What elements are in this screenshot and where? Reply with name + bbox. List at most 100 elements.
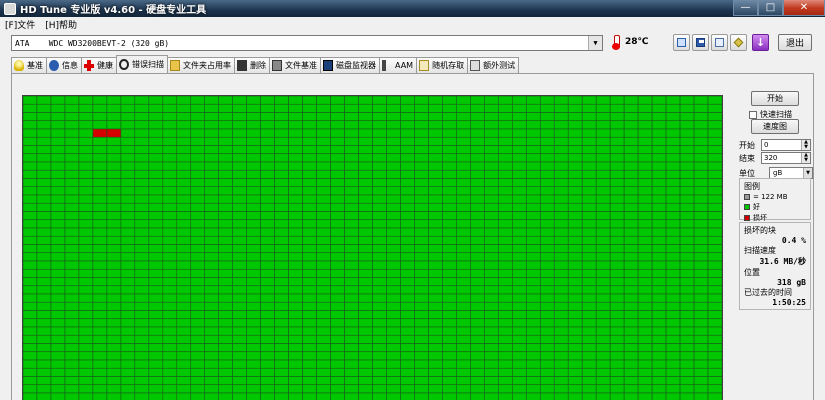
good-block [665,293,681,303]
good-block [595,268,611,278]
end-position-input[interactable]: 320 ▲ ▼ [761,152,811,164]
good-block [162,186,178,196]
good-block [525,202,541,212]
good-block [470,178,485,188]
good-block [302,103,317,113]
good-block [162,260,178,270]
good-block [148,194,164,204]
good-block [456,268,471,278]
good-block [218,376,234,386]
good-block [553,153,569,163]
good-block [330,169,345,179]
good-block [498,285,513,295]
good-block [498,268,513,278]
good-block [539,268,555,278]
good-block [679,96,695,105]
good-block [456,326,471,336]
good-block [484,260,499,270]
good-block [553,268,569,278]
good-block [470,260,485,270]
good-block [679,293,695,303]
good-block [707,351,722,361]
good-block [511,252,527,262]
good-block [260,268,275,278]
good-block [274,202,289,212]
good-block [442,326,457,336]
good-block [553,326,569,336]
good-block [218,169,234,179]
spinner-icon[interactable]: ▲ ▼ [801,140,810,150]
good-block [190,376,206,386]
tab-aam[interactable]: AAM [379,57,418,73]
exit-button[interactable]: 退出 [778,34,812,51]
good-block [679,202,695,212]
close-button[interactable]: ✕ [783,0,825,16]
tab-file-benchmark[interactable]: 文件基准 [269,57,321,73]
good-block [64,285,80,295]
speed-map-button[interactable]: 速度图 [751,119,799,134]
good-block [414,235,429,245]
menu-help[interactable]: [H]帮助 [40,18,82,31]
good-block [679,145,695,155]
copy-button[interactable] [673,34,690,51]
good-block [525,219,541,229]
good-block [470,169,485,179]
good-block [484,318,499,328]
tab-info[interactable]: 信息 [46,57,82,73]
good-block [134,326,150,336]
start-scan-button[interactable]: 开始 [751,91,799,106]
good-block [595,359,611,369]
good-block [204,252,220,262]
spinner-icon[interactable]: ▲ ▼ [801,153,810,163]
good-block [511,235,527,245]
menu-file[interactable]: [F]文件 [0,18,40,31]
tab-random-access[interactable]: 随机存取 [416,57,469,73]
good-block [302,260,317,270]
maximize-button[interactable]: □ [758,0,783,16]
good-block [400,219,415,229]
good-block [525,285,541,295]
good-block [637,161,653,171]
tab-error-scan[interactable]: 错误扫描 [116,55,168,73]
good-block [78,178,94,188]
good-block [246,326,261,336]
tab-erase[interactable]: 删除 [234,57,270,73]
good-block [428,359,443,369]
chevron-down-icon[interactable]: ▼ [588,36,602,50]
good-block [414,178,429,188]
good-block [316,244,331,254]
chevron-down-icon[interactable]: ▼ [803,168,812,178]
good-block [134,301,150,311]
good-block [148,219,164,229]
good-block [693,310,709,320]
good-block [274,310,289,320]
good-block [120,376,136,386]
tag-button[interactable] [730,34,747,51]
tab-benchmark[interactable]: 基准 [11,57,47,73]
drive-select[interactable]: ATA WDC WD3200BEVT-2 (320 gB) ▼ [11,35,603,51]
good-block [428,293,443,303]
download-button[interactable]: ↓ [752,34,769,51]
tab-folder-usage[interactable]: 文件夹占用率 [167,57,235,73]
good-block [358,310,373,320]
good-block [567,153,583,163]
start-position-input[interactable]: 0 ▲ ▼ [761,139,811,151]
good-block [36,194,52,204]
good-block [134,384,150,394]
quick-scan-checkbox[interactable] [749,110,757,119]
minimize-button[interactable]: — [733,0,758,16]
good-block [679,178,695,188]
good-block [120,293,136,303]
tab-health[interactable]: 健康 [81,57,117,73]
good-block [316,202,331,212]
good-block [372,260,387,270]
good-block [511,112,527,122]
options-button[interactable] [711,34,728,51]
good-block [344,392,359,400]
good-block [470,112,485,122]
tab-disk-monitor[interactable]: 磁盘监视器 [320,57,380,73]
good-block [246,136,261,146]
tab-extra-tests[interactable]: 额外测试 [467,57,520,73]
good-block [511,351,527,361]
save-button[interactable] [692,34,709,51]
